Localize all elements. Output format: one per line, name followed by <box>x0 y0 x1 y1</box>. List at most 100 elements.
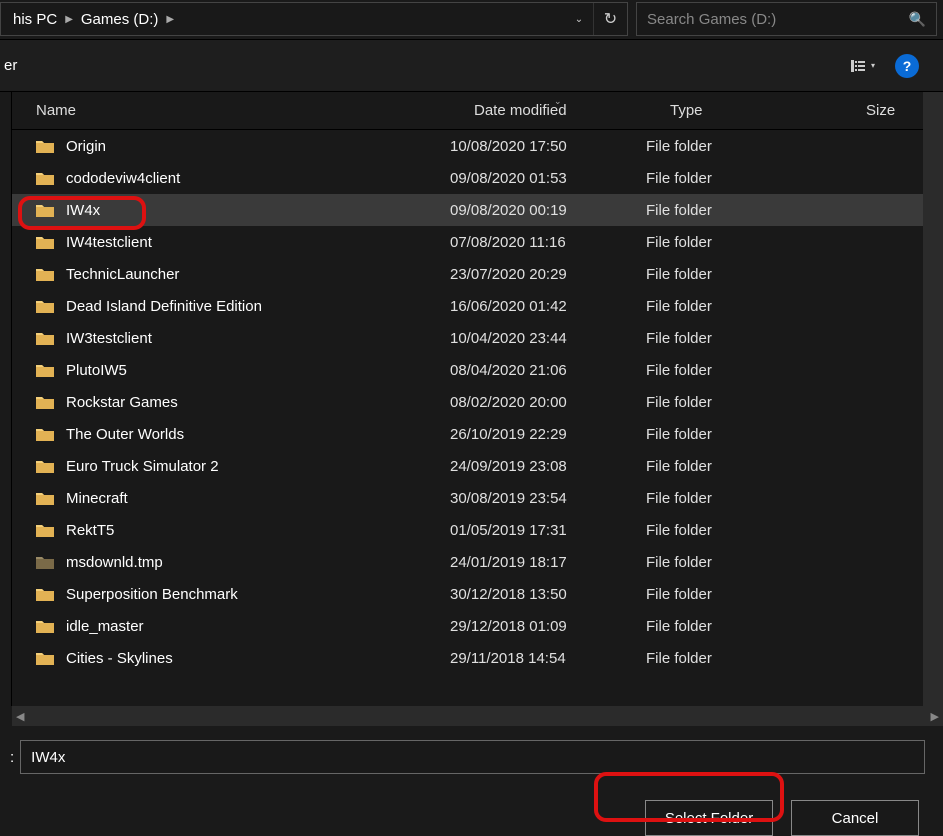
file-date: 01/05/2019 17:31 <box>450 522 646 539</box>
file-date: 07/08/2020 11:16 <box>450 234 646 251</box>
file-type: File folder <box>646 202 842 219</box>
folder-icon <box>36 459 54 473</box>
folder-icon <box>36 363 54 377</box>
file-name: Minecraft <box>66 490 128 507</box>
view-options-button[interactable]: ▾ <box>851 59 875 73</box>
breadcrumb[interactable]: his PC ▶ Games (D:) ▶ <box>1 11 565 28</box>
help-button[interactable]: ? <box>895 54 919 78</box>
file-type: File folder <box>646 394 842 411</box>
table-row[interactable]: Dead Island Definitive Edition 16/06/2020… <box>12 290 923 322</box>
file-name: Rockstar Games <box>66 394 178 411</box>
file-date: 08/04/2020 21:06 <box>450 362 646 379</box>
file-name: Superposition Benchmark <box>66 586 238 603</box>
file-type: File folder <box>646 170 842 187</box>
folder-icon <box>36 203 54 217</box>
file-name: idle_master <box>66 618 144 635</box>
file-date: 10/04/2020 23:44 <box>450 330 646 347</box>
breadcrumb-item-pc[interactable]: his PC <box>5 11 65 28</box>
search-box[interactable]: 🔍 <box>636 2 937 36</box>
breadcrumb-item-drive[interactable]: Games (D:) <box>73 11 167 28</box>
file-list[interactable]: Name ⌄ Date modified Type Size Origin10/… <box>12 92 923 706</box>
search-icon[interactable]: 🔍 <box>909 11 926 28</box>
table-row[interactable]: Origin10/08/2020 17:50File folder <box>12 130 923 162</box>
file-date: 09/08/2020 00:19 <box>450 202 646 219</box>
table-row[interactable]: Minecraft 30/08/2019 23:54File folder <box>12 482 923 514</box>
file-date: 29/12/2018 01:09 <box>450 618 646 635</box>
file-type: File folder <box>646 554 842 571</box>
folder-icon <box>36 267 54 281</box>
file-name: IW4x <box>66 202 100 219</box>
chevron-right-icon: ▶ <box>166 14 174 25</box>
file-date: 08/02/2020 20:00 <box>450 394 646 411</box>
select-folder-button[interactable]: Select Folder <box>645 800 773 836</box>
vertical-scrollbar[interactable] <box>923 92 943 706</box>
table-row[interactable]: IW3testclient10/04/2020 23:44File folder <box>12 322 923 354</box>
column-header-date[interactable]: ⌄ Date modified <box>474 102 670 119</box>
folder-icon <box>36 235 54 249</box>
table-row[interactable]: idle_master29/12/2018 01:09File folder <box>12 610 923 642</box>
column-header-name[interactable]: Name <box>36 102 474 119</box>
scroll-right-icon[interactable]: ▶ <box>931 710 939 723</box>
folder-name-input[interactable] <box>20 740 925 774</box>
table-row[interactable]: IW4testclient 07/08/2020 11:16File folder <box>12 226 923 258</box>
sort-desc-icon: ⌄ <box>554 96 562 107</box>
file-type: File folder <box>646 298 842 315</box>
file-name: IW4testclient <box>66 234 152 251</box>
toolbar-label: er <box>0 57 851 74</box>
file-type: File folder <box>646 458 842 475</box>
address-bar[interactable]: his PC ▶ Games (D:) ▶ ⌄ ↻ <box>0 2 628 36</box>
file-date: 10/08/2020 17:50 <box>450 138 646 155</box>
caret-down-icon: ▾ <box>871 61 875 70</box>
file-date: 24/01/2019 18:17 <box>450 554 646 571</box>
column-header-type[interactable]: Type <box>670 102 866 119</box>
file-date: 16/06/2020 01:42 <box>450 298 646 315</box>
folder-icon <box>36 651 54 665</box>
horizontal-scrollbar[interactable]: ◀ ▶ <box>12 706 943 726</box>
table-row[interactable]: The Outer Worlds26/10/2019 22:29File fol… <box>12 418 923 450</box>
table-row[interactable]: TechnicLauncher23/07/2020 20:29File fold… <box>12 258 923 290</box>
table-row[interactable]: Superposition Benchmark30/12/2018 13:50F… <box>12 578 923 610</box>
table-row[interactable]: Rockstar Games 08/02/2020 20:00File folde… <box>12 386 923 418</box>
file-name: msdownld.tmp <box>66 554 163 571</box>
chevron-right-icon: ▶ <box>65 14 73 25</box>
scroll-left-icon[interactable]: ◀ <box>16 710 24 723</box>
table-row[interactable]: msdownld.tmp 24/01/2019 18:17File folder <box>12 546 923 578</box>
folder-icon <box>36 491 54 505</box>
folder-icon <box>36 395 54 409</box>
address-dropdown-icon[interactable]: ⌄ <box>565 14 593 25</box>
file-name: PlutoIW5 <box>66 362 127 379</box>
table-row[interactable]: IW4x 09/08/2020 00:19File folder <box>12 194 923 226</box>
file-date: 29/11/2018 14:54 <box>450 650 646 667</box>
table-row[interactable]: Cities - Skylines29/11/2018 14:54File fo… <box>12 642 923 674</box>
cancel-button[interactable]: Cancel <box>791 800 919 836</box>
file-name: Dead Island Definitive Edition <box>66 298 262 315</box>
table-row[interactable]: PlutoIW508/04/2020 21:06File folder <box>12 354 923 386</box>
folder-icon <box>36 171 54 185</box>
file-date: 24/09/2019 23:08 <box>450 458 646 475</box>
folder-icon <box>36 587 54 601</box>
help-icon: ? <box>903 58 912 74</box>
file-type: File folder <box>646 138 842 155</box>
file-type: File folder <box>646 650 842 667</box>
table-row[interactable]: cododeviw4client09/08/2020 01:53File fol… <box>12 162 923 194</box>
file-date: 23/07/2020 20:29 <box>450 266 646 283</box>
file-type: File folder <box>646 266 842 283</box>
folder-icon <box>36 619 54 633</box>
refresh-icon[interactable]: ↻ <box>593 3 627 35</box>
folder-name-label: : <box>4 749 20 766</box>
file-type: File folder <box>646 490 842 507</box>
column-header-date-label: Date modified <box>474 102 567 119</box>
file-name: IW3testclient <box>66 330 152 347</box>
file-type: File folder <box>646 234 842 251</box>
table-row[interactable]: Euro Truck Simulator 224/09/2019 23:08Fi… <box>12 450 923 482</box>
search-input[interactable] <box>647 11 909 28</box>
file-name: RektT5 <box>66 522 114 539</box>
column-header-size[interactable]: Size <box>866 102 923 119</box>
file-date: 30/08/2019 23:54 <box>450 490 646 507</box>
file-name: The Outer Worlds <box>66 426 184 443</box>
folder-icon <box>36 139 54 153</box>
tree-view[interactable] <box>0 92 12 706</box>
file-date: 26/10/2019 22:29 <box>450 426 646 443</box>
folder-icon <box>36 555 54 569</box>
table-row[interactable]: RektT501/05/2019 17:31File folder <box>12 514 923 546</box>
